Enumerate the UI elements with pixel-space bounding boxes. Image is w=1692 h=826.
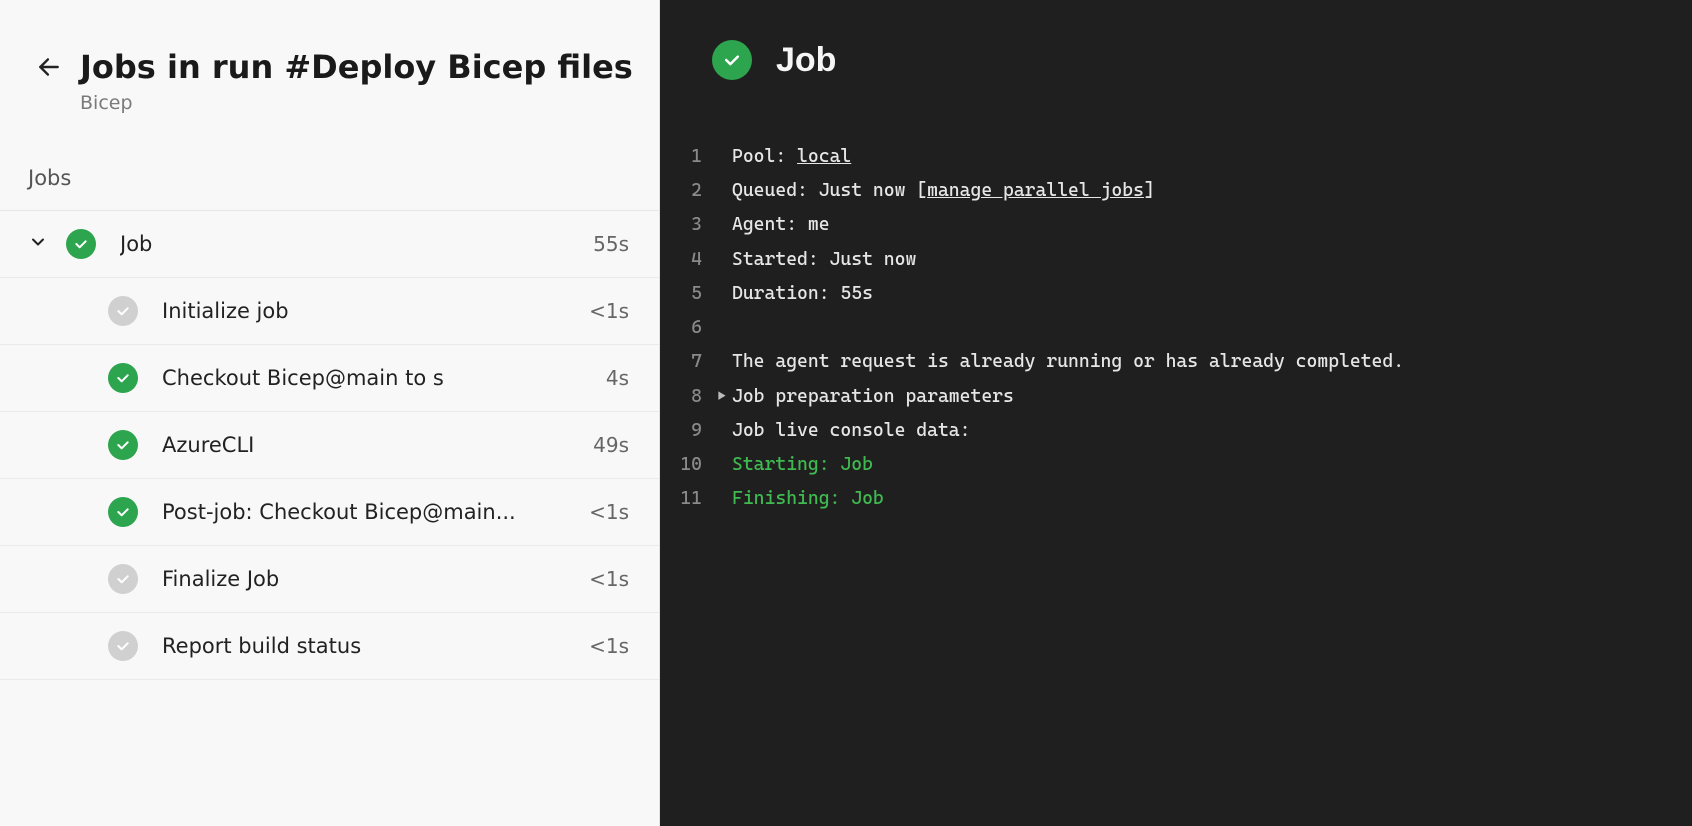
step-label: Post-job: Checkout Bicep@main... [162,500,589,524]
check-grey-icon [108,296,138,326]
line-number: 1 [660,140,712,174]
log-line[interactable]: 11 Finishing: Job [660,482,1692,516]
line-number: 11 [660,482,712,516]
check-icon [108,497,138,527]
step-row[interactable]: AzureCLI49s [0,412,659,479]
page-title: Jobs in run #Deploy Bicep files [80,48,633,86]
step-row[interactable]: Checkout Bicep@main to s4s [0,345,659,412]
step-row[interactable]: Finalize Job<1s [0,546,659,613]
check-icon [712,40,752,80]
step-row[interactable]: Post-job: Checkout Bicep@main...<1s [0,479,659,546]
back-arrow-icon[interactable] [36,54,62,85]
log-line[interactable]: 10 Starting: Job [660,448,1692,482]
step-label: AzureCLI [162,433,593,457]
line-number: 7 [660,345,712,379]
job-duration: 55s [593,232,631,256]
step-duration: <1s [589,567,631,591]
check-icon [108,430,138,460]
check-icon [66,229,96,259]
log-title: Job [776,41,836,80]
page-subtitle: Bicep [80,92,633,114]
step-duration: <1s [589,634,631,658]
step-duration: 4s [606,366,631,390]
step-label: Report build status [162,634,589,658]
log-line[interactable]: 2 Queued: Just now [manage parallel jobs… [660,174,1692,208]
line-number: 6 [660,311,712,345]
line-number: 9 [660,414,712,448]
manage-parallel-jobs-link[interactable]: manage parallel jobs [927,180,1144,201]
line-number: 5 [660,277,712,311]
check-grey-icon [108,631,138,661]
check-grey-icon [108,564,138,594]
chevron-down-icon[interactable] [28,232,56,257]
step-duration: 49s [593,433,631,457]
step-label: Checkout Bicep@main to s [162,366,606,390]
pool-link[interactable]: local [797,146,851,167]
step-duration: <1s [589,500,631,524]
job-label: Job [120,232,593,256]
log-line[interactable]: 3 Agent: me [660,208,1692,242]
log-line[interactable]: 5 Duration: 55s [660,277,1692,311]
line-number: 2 [660,174,712,208]
log-header: Job [660,0,1692,102]
step-row[interactable]: Initialize job<1s [0,278,659,345]
line-number: 3 [660,208,712,242]
step-label: Finalize Job [162,567,589,591]
log-panel: Job 1 Pool: local 2 Queued: Just now [ma… [660,0,1692,826]
line-number: 4 [660,243,712,277]
step-label: Initialize job [162,299,589,323]
log-line[interactable]: 9 Job live console data: [660,414,1692,448]
section-heading: Jobs [0,140,659,211]
log-area: 1 Pool: local 2 Queued: Just now [manage… [660,102,1692,516]
line-number: 10 [660,448,712,482]
line-number: 8 [660,380,712,414]
log-line-expandable[interactable]: 8▸ Job preparation parameters [660,380,1692,414]
log-line[interactable]: 4 Started: Just now [660,243,1692,277]
log-line[interactable]: 1 Pool: local [660,140,1692,174]
panel-header: Jobs in run #Deploy Bicep files Bicep [0,0,659,140]
step-duration: <1s [589,299,631,323]
log-line[interactable]: 7 The agent request is already running o… [660,345,1692,379]
log-line[interactable]: 6 [660,311,1692,345]
step-row[interactable]: Report build status<1s [0,613,659,680]
expand-caret-icon[interactable]: ▸ [712,380,732,414]
jobs-panel: Jobs in run #Deploy Bicep files Bicep Jo… [0,0,660,826]
check-icon [108,363,138,393]
job-row-parent[interactable]: Job 55s [0,211,659,278]
